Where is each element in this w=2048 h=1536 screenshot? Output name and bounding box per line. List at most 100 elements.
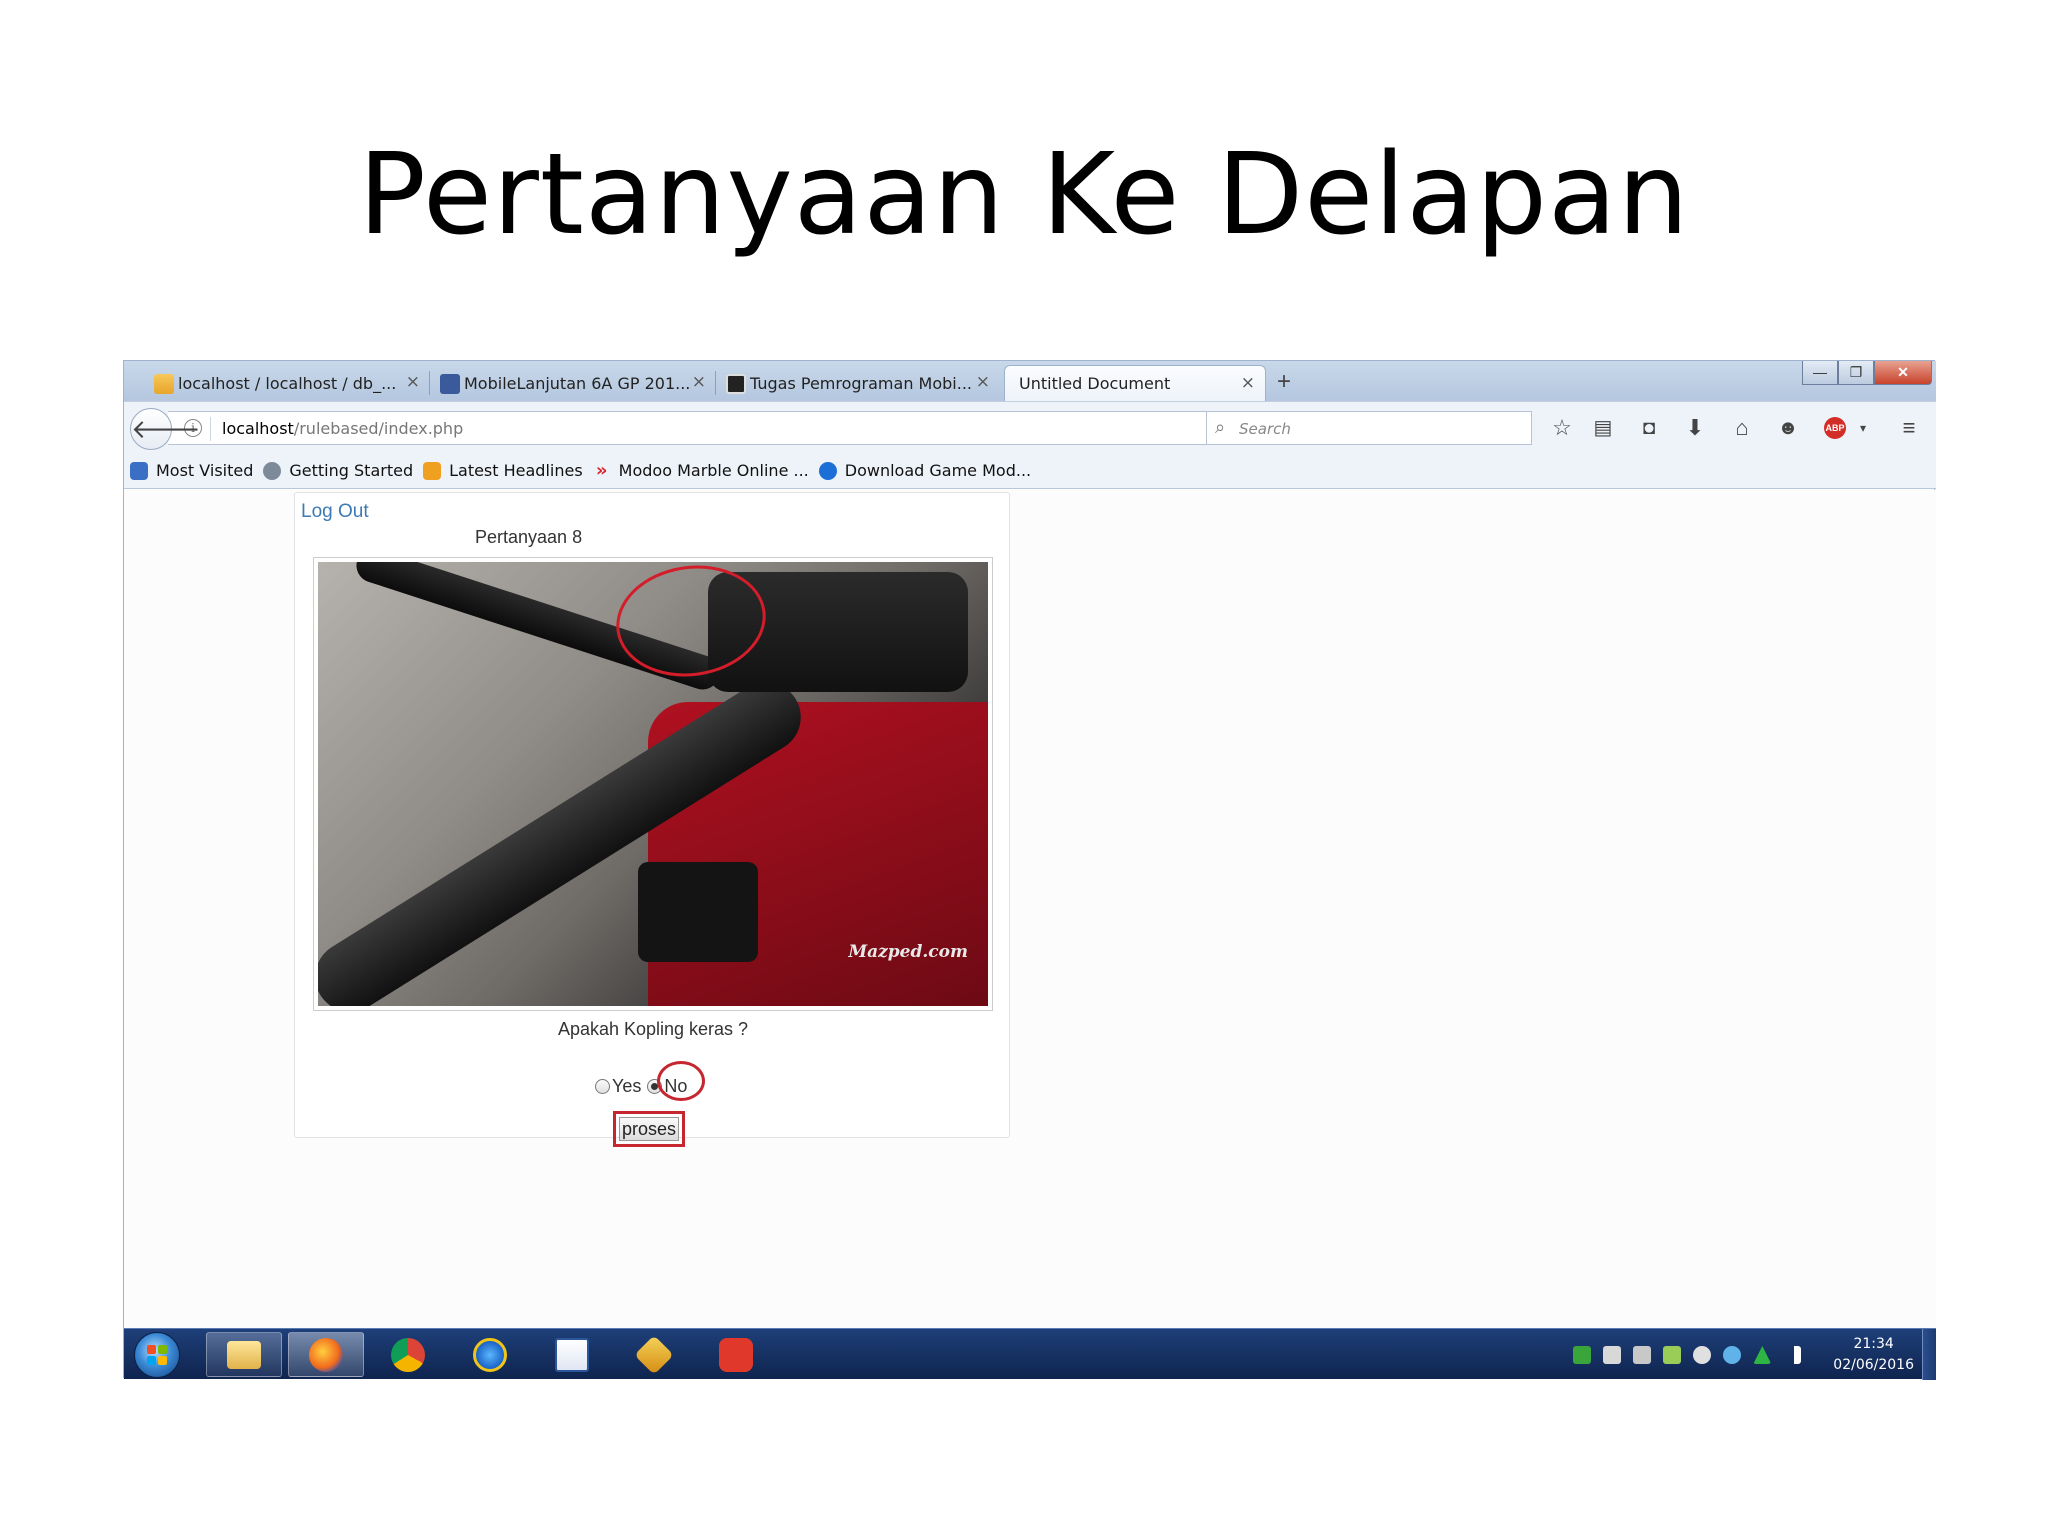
url-text: localhost/rulebased/index.php <box>222 419 463 438</box>
volume-icon[interactable] <box>1693 1346 1712 1364</box>
clock[interactable]: 21:34 02/06/2016 <box>1833 1334 1914 1376</box>
window-controls: — ❐ ✕ <box>1802 361 1932 387</box>
tab-untitled-document[interactable]: Untitled Document × <box>1004 365 1266 401</box>
windows-taskbar: 21:34 02/06/2016 <box>124 1328 1936 1380</box>
bookmark-label: Modoo Marble Online ... <box>618 461 809 480</box>
tab-separator <box>429 371 430 395</box>
url-divider <box>210 417 211 441</box>
question-title: Pertanyaan 8 <box>475 527 583 547</box>
signal-icon[interactable] <box>1783 1346 1802 1364</box>
proses-button[interactable]: proses <box>619 1117 679 1141</box>
url-bar[interactable]: i localhost/rulebased/index.php ↻ <box>168 411 1320 445</box>
adblock-icon[interactable]: ABP <box>1824 417 1846 439</box>
rss-icon <box>423 461 442 480</box>
bookmarks-toolbar: Most Visited Getting Started Latest Head… <box>124 453 1936 489</box>
radio-yes-label: Yes <box>612 1075 642 1096</box>
folder-icon <box>227 1340 261 1369</box>
close-tab-icon[interactable]: × <box>1241 373 1255 393</box>
phpmyadmin-icon <box>154 374 174 394</box>
search-bar[interactable]: ⌕ Search <box>1206 411 1532 445</box>
taskbar-ie[interactable] <box>452 1332 528 1377</box>
paw-icon <box>719 1337 753 1372</box>
tab-phpmyadmin[interactable]: localhost / localhost / db_... × <box>148 365 430 401</box>
submit-highlight-box: proses <box>613 1111 685 1147</box>
image-watermark: Mazped.com <box>848 942 968 962</box>
chrome-icon <box>391 1337 425 1372</box>
firefox-icon <box>309 1337 343 1372</box>
internet-explorer-icon <box>473 1337 507 1372</box>
question-image-frame: Mazped.com <box>313 557 993 1011</box>
download-icon[interactable]: ⬇ <box>1680 413 1710 443</box>
back-button[interactable]: 🡐 <box>130 408 201 450</box>
globe-icon <box>263 461 282 480</box>
arrow-left-icon: 🡐 <box>131 414 201 444</box>
show-desktop-button[interactable] <box>1922 1329 1936 1380</box>
firefox-icon <box>818 461 837 480</box>
taskbar-explorer[interactable] <box>206 1332 282 1377</box>
reading-list-icon[interactable]: ▤ <box>1588 413 1618 443</box>
taskbar-app[interactable] <box>698 1332 774 1377</box>
bookmark-star-icon[interactable]: ☆ <box>1547 413 1577 443</box>
taskbar-word[interactable] <box>534 1332 610 1377</box>
bookmark-getting-started[interactable]: Getting Started <box>263 461 413 480</box>
sync-icon[interactable] <box>1723 1346 1742 1364</box>
antivirus-icon[interactable] <box>1753 1346 1772 1364</box>
chevron-icon: » <box>595 459 608 481</box>
slide-title: Pertanyaan Ke Delapan <box>358 130 1690 260</box>
tab-label: Untitled Document <box>1019 374 1171 393</box>
close-window-button[interactable]: ✕ <box>1874 361 1932 385</box>
user-page-icon <box>440 374 460 394</box>
tab-label: MobileLanjutan 6A GP 201... <box>464 373 691 393</box>
photo-switch <box>638 862 758 962</box>
tab-bar: localhost / localhost / db_... × MobileL… <box>124 361 1936 401</box>
start-button[interactable] <box>134 1332 180 1378</box>
taskbar-winamp[interactable] <box>616 1332 692 1377</box>
restore-button[interactable]: ❐ <box>1838 361 1874 385</box>
power-icon[interactable] <box>1663 1346 1682 1364</box>
taskbar-firefox[interactable] <box>288 1332 364 1377</box>
tab-mobilelanjutan[interactable]: MobileLanjutan 6A GP 201... × <box>434 365 716 401</box>
motorcycle-clutch-photo: Mazped.com <box>318 562 988 1006</box>
chevron-down-icon[interactable]: ▾ <box>1848 413 1878 443</box>
most-visited-icon <box>130 461 148 480</box>
tab-separator <box>715 371 716 395</box>
home-icon[interactable]: ⌂ <box>1727 413 1757 443</box>
highlight-no-circle <box>657 1061 705 1101</box>
system-tray: 21:34 02/06/2016 <box>1567 1333 1914 1377</box>
bookmark-label: Getting Started <box>289 461 414 480</box>
network-status-icon[interactable] <box>1573 1346 1592 1364</box>
document-icon <box>726 374 746 394</box>
bookmark-most-visited[interactable]: Most Visited <box>130 461 253 480</box>
word-icon <box>555 1337 589 1372</box>
bookmark-latest-headlines[interactable]: Latest Headlines <box>423 461 583 480</box>
chat-icon[interactable]: ☻ <box>1773 413 1803 443</box>
url-path: /rulebased/index.php <box>293 419 464 438</box>
close-tab-icon[interactable]: × <box>976 372 990 392</box>
close-tab-icon[interactable]: × <box>692 372 706 392</box>
question-panel: Log Out Pertanyaan 8 Mazped.com Apakah K… <box>294 492 1010 1147</box>
bookmark-modoo-marble[interactable]: » Modoo Marble Online ... <box>593 461 809 480</box>
tab-tugas[interactable]: Tugas Pemrograman Mobi... × <box>720 365 1000 401</box>
bookmark-label: Latest Headlines <box>449 461 583 480</box>
lightning-icon <box>634 1334 674 1375</box>
radio-yes[interactable] <box>595 1078 610 1094</box>
page-content: Log Out Pertanyaan 8 Mazped.com Apakah K… <box>124 490 1936 1328</box>
close-tab-icon[interactable]: × <box>406 372 420 392</box>
bookmark-label: Most Visited <box>156 461 254 480</box>
question-text: Apakah Kopling keras ? <box>557 1019 749 1039</box>
url-host: localhost <box>222 419 294 438</box>
new-tab-button[interactable]: + <box>1266 365 1302 399</box>
search-icon: ⌕ <box>1215 417 1226 437</box>
bookmark-download-game[interactable]: Download Game Mod... <box>818 461 1032 480</box>
clipboard-icon[interactable] <box>1603 1346 1622 1364</box>
taskbar-chrome[interactable] <box>370 1332 446 1377</box>
browser-window: localhost / localhost / db_... × MobileL… <box>123 360 1936 1380</box>
bookmark-label: Download Game Mod... <box>844 461 1032 480</box>
devices-icon[interactable] <box>1633 1346 1652 1364</box>
minimize-button[interactable]: — <box>1802 361 1838 385</box>
tab-label: localhost / localhost / db_... <box>178 373 397 393</box>
tab-label: Tugas Pemrograman Mobi... <box>750 373 972 393</box>
pocket-icon[interactable]: ◘ <box>1634 413 1664 443</box>
logout-link[interactable]: Log Out <box>301 501 369 523</box>
menu-icon[interactable]: ≡ <box>1894 413 1924 443</box>
